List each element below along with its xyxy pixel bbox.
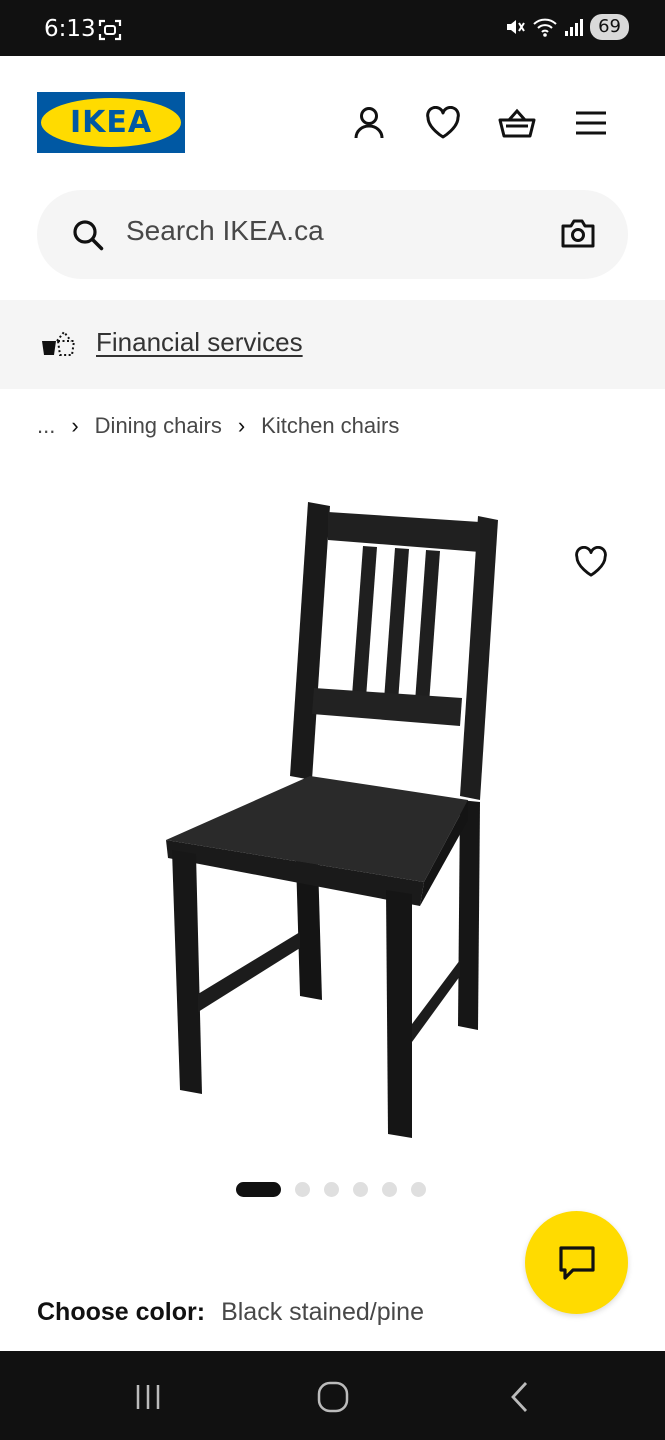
search-bar[interactable]: Search IKEA.ca [37, 190, 628, 279]
financial-services-link[interactable]: Financial services [96, 327, 303, 358]
account-button[interactable] [349, 103, 389, 143]
recent-apps-icon [136, 1385, 160, 1409]
basket-button[interactable] [497, 103, 537, 143]
choose-color-label: Choose color: [37, 1298, 206, 1326]
breadcrumb-ellipsis[interactable]: ... [37, 413, 55, 439]
carousel-dot[interactable] [382, 1182, 397, 1197]
chat-icon [558, 1245, 595, 1280]
screenshot-icon [98, 18, 122, 42]
carousel-dot[interactable] [411, 1182, 426, 1197]
menu-icon [576, 111, 606, 135]
status-time: 6:13 [44, 16, 96, 42]
favorites-button[interactable] [423, 103, 463, 143]
basket-icon [498, 108, 536, 138]
mute-icon [504, 16, 526, 38]
signal-icon [564, 17, 584, 37]
carousel-dot-active[interactable] [236, 1182, 281, 1197]
back-icon [511, 1382, 528, 1412]
back-button[interactable] [498, 1375, 542, 1419]
status-bar: 6:13 69 [0, 0, 665, 56]
wifi-icon [532, 16, 558, 38]
logo-text: IKEA [69, 105, 153, 140]
home-button[interactable] [311, 1375, 355, 1419]
chevron-right-icon: › [71, 413, 79, 438]
camera-search-icon[interactable] [560, 217, 596, 254]
chevron-right-icon: › [237, 413, 246, 438]
ikea-logo[interactable]: IKEA [37, 92, 185, 153]
carousel-dot[interactable] [353, 1182, 368, 1197]
menu-button[interactable] [571, 103, 611, 143]
financing-icon [40, 329, 78, 364]
breadcrumb-dining-chairs[interactable]: Dining chairs [95, 413, 222, 439]
carousel-indicator [236, 1182, 426, 1197]
site-header: IKEA [0, 56, 665, 190]
recent-apps-button[interactable] [126, 1375, 170, 1419]
carousel-dot[interactable] [295, 1182, 310, 1197]
chair-illustration [166, 502, 498, 1138]
chat-button[interactable] [525, 1211, 628, 1314]
color-selector[interactable]: Choose color: Black stained/pine [37, 1298, 424, 1327]
carousel-dot[interactable] [324, 1182, 339, 1197]
breadcrumb-kitchen-chairs[interactable]: Kitchen chairs [261, 413, 399, 439]
selected-color-value: Black stained/pine [221, 1298, 424, 1326]
breadcrumb: ... › Dining chairs › Kitchen chairs [37, 413, 399, 439]
add-to-favorites-button[interactable] [571, 542, 611, 582]
battery-indicator: 69 [590, 14, 629, 40]
search-input[interactable]: Search IKEA.ca [126, 215, 324, 247]
home-icon [317, 1381, 349, 1413]
financial-services-banner: Financial services [0, 300, 665, 389]
search-icon [71, 218, 105, 257]
heart-icon [426, 106, 460, 139]
product-image[interactable] [150, 490, 520, 1150]
system-navigation-bar [0, 1351, 665, 1440]
account-icon [354, 107, 384, 139]
heart-icon [575, 546, 607, 577]
